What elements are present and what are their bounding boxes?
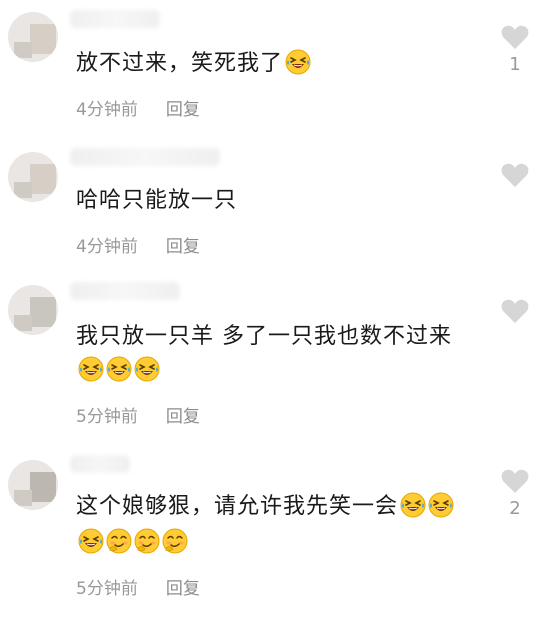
- heart-icon: [501, 25, 529, 49]
- avatar[interactable]: [8, 460, 58, 510]
- like-button[interactable]: 2: [500, 468, 530, 519]
- comment-meta: 5分钟前 回复: [76, 402, 200, 427]
- comment-text: 哈哈只能放一只: [76, 188, 238, 213]
- reply-button[interactable]: 回复: [166, 100, 200, 120]
- comment-meta: 5分钟前 回复: [76, 574, 200, 599]
- comment-time: 5分钟前: [76, 407, 138, 427]
- emoji-row: [76, 526, 188, 560]
- avatar[interactable]: [8, 152, 58, 202]
- like-count: 1: [509, 54, 521, 75]
- reply-button[interactable]: 回复: [166, 407, 200, 427]
- like-button[interactable]: 1: [500, 24, 530, 75]
- blurred-username: [70, 282, 180, 300]
- blurred-username: [70, 455, 130, 473]
- like-count: 2: [509, 498, 521, 519]
- rolling-laughing-emoji-icon: [428, 492, 454, 518]
- comment-meta: 4分钟前 回复: [76, 232, 200, 257]
- heart-icon: [501, 469, 529, 493]
- comment-time: 4分钟前: [76, 237, 138, 257]
- rolling-laughing-emoji-icon: [134, 356, 160, 382]
- reply-button[interactable]: 回复: [166, 579, 200, 599]
- rolling-laughing-emoji-icon: [106, 356, 132, 382]
- comment-time: 5分钟前: [76, 579, 138, 599]
- rolling-laughing-emoji-icon: [285, 49, 311, 75]
- smirk-emoji-icon: [134, 528, 160, 554]
- blurred-username: [70, 10, 160, 28]
- comment-meta: 4分钟前 回复: [76, 95, 200, 120]
- comment-text: 这个娘够狠，请允许我先笑一会: [76, 490, 454, 524]
- smirk-emoji-icon: [106, 528, 132, 554]
- comment-text: 我只放一只羊 多了一只我也数不过来: [76, 324, 452, 349]
- avatar[interactable]: [8, 285, 58, 335]
- comment-time: 4分钟前: [76, 100, 138, 120]
- heart-icon: [501, 299, 529, 323]
- avatar[interactable]: [8, 12, 58, 62]
- rolling-laughing-emoji-icon: [400, 492, 426, 518]
- reply-button[interactable]: 回复: [166, 237, 200, 257]
- like-button[interactable]: [500, 298, 530, 328]
- blurred-username: [70, 148, 220, 166]
- smirk-emoji-icon: [162, 528, 188, 554]
- comment-text: 放不过来，笑死我了: [76, 47, 311, 81]
- rolling-laughing-emoji-icon: [78, 356, 104, 382]
- heart-icon: [501, 163, 529, 187]
- like-button[interactable]: [500, 162, 530, 192]
- emoji-row: [76, 354, 160, 388]
- rolling-laughing-emoji-icon: [78, 528, 104, 554]
